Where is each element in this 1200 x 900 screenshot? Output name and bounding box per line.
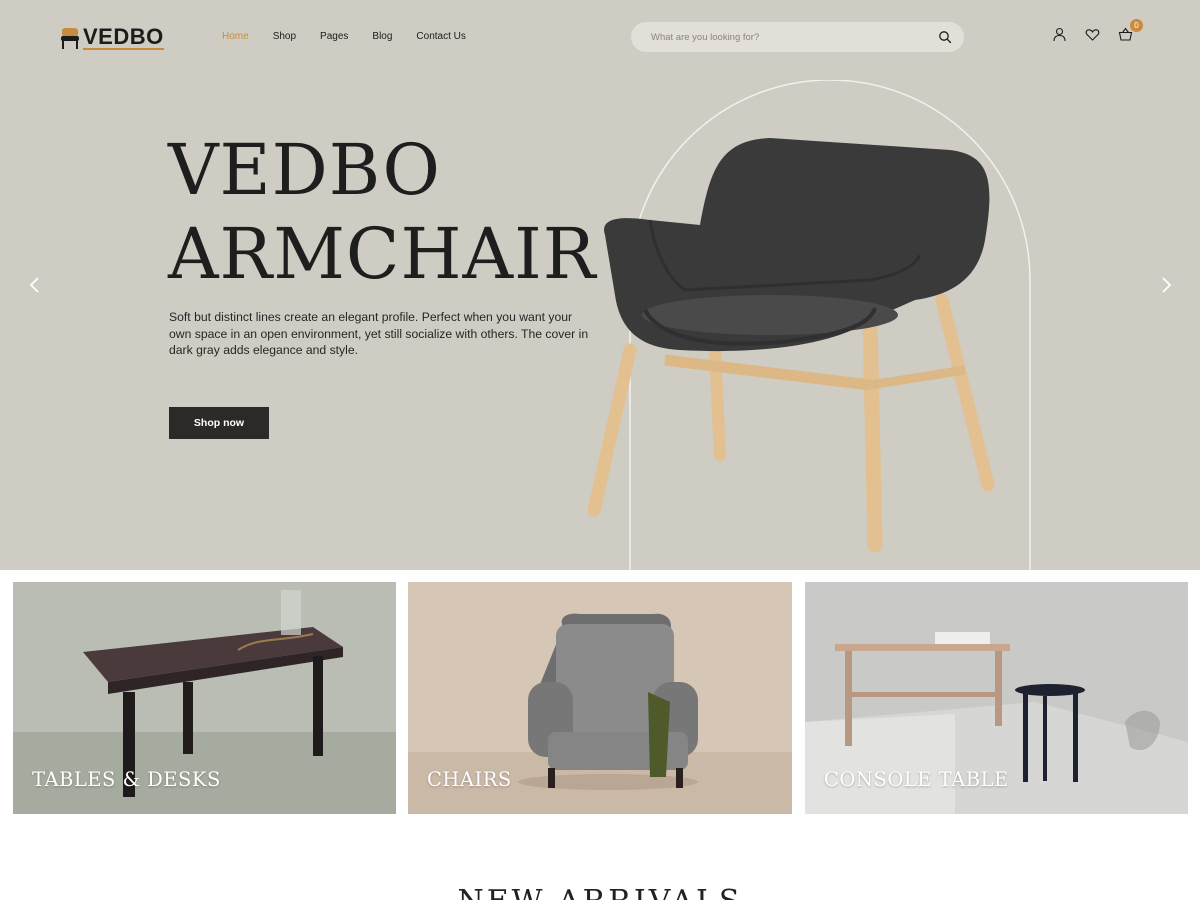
nav-item-blog[interactable]: Blog — [372, 31, 392, 42]
header-icons — [1052, 27, 1133, 42]
chair-logo-icon — [61, 28, 79, 49]
nav-item-shop[interactable]: Shop — [273, 31, 296, 42]
shop-now-button[interactable]: Shop now — [169, 407, 269, 439]
hero-title-line2: ARMCHAIR — [168, 213, 597, 295]
category-label: CONSOLE TABLE — [824, 768, 1009, 791]
logo-text: VEDBO — [83, 24, 164, 50]
category-label: TABLES & DESKS — [32, 768, 221, 791]
search-input[interactable] — [651, 30, 931, 44]
hero-description: Soft but distinct lines create an elegan… — [169, 310, 589, 357]
chevron-right-icon[interactable] — [1158, 276, 1174, 294]
armchair-image — [587, 80, 1031, 570]
search-bar — [631, 22, 964, 52]
section-title: NEW ARRIVALS — [0, 884, 1200, 900]
logo[interactable]: VEDBO — [60, 26, 164, 50]
category-tile-tables-desks[interactable]: TABLES & DESKS — [13, 582, 396, 814]
hero-banner: VEDBO Home Shop Pages Blog Contact Us Wh… — [0, 0, 1200, 570]
hero-title-line1: VEDBO — [168, 129, 441, 211]
nav-item-home[interactable]: Home — [222, 31, 249, 42]
nav-item-contact-us[interactable]: Contact Us — [416, 31, 465, 42]
hero-title: VEDBO ARMCHAIR — [168, 128, 596, 296]
main-nav: Home Shop Pages Blog Contact Us — [222, 31, 490, 42]
chevron-left-icon[interactable] — [27, 276, 43, 294]
site-header: VEDBO Home Shop Pages Blog Contact Us Wh… — [0, 0, 1200, 72]
category-tile-chairs[interactable]: CHAIRS — [408, 582, 792, 814]
nav-item-pages[interactable]: Pages — [320, 31, 348, 42]
user-icon[interactable] — [1052, 27, 1067, 42]
search-icon[interactable] — [938, 30, 952, 44]
cart-count-badge: 0 — [1130, 19, 1143, 32]
category-tile-console-table[interactable]: CONSOLE TABLE — [805, 582, 1188, 814]
heart-icon[interactable] — [1085, 27, 1100, 42]
category-label: CHAIRS — [427, 768, 512, 791]
